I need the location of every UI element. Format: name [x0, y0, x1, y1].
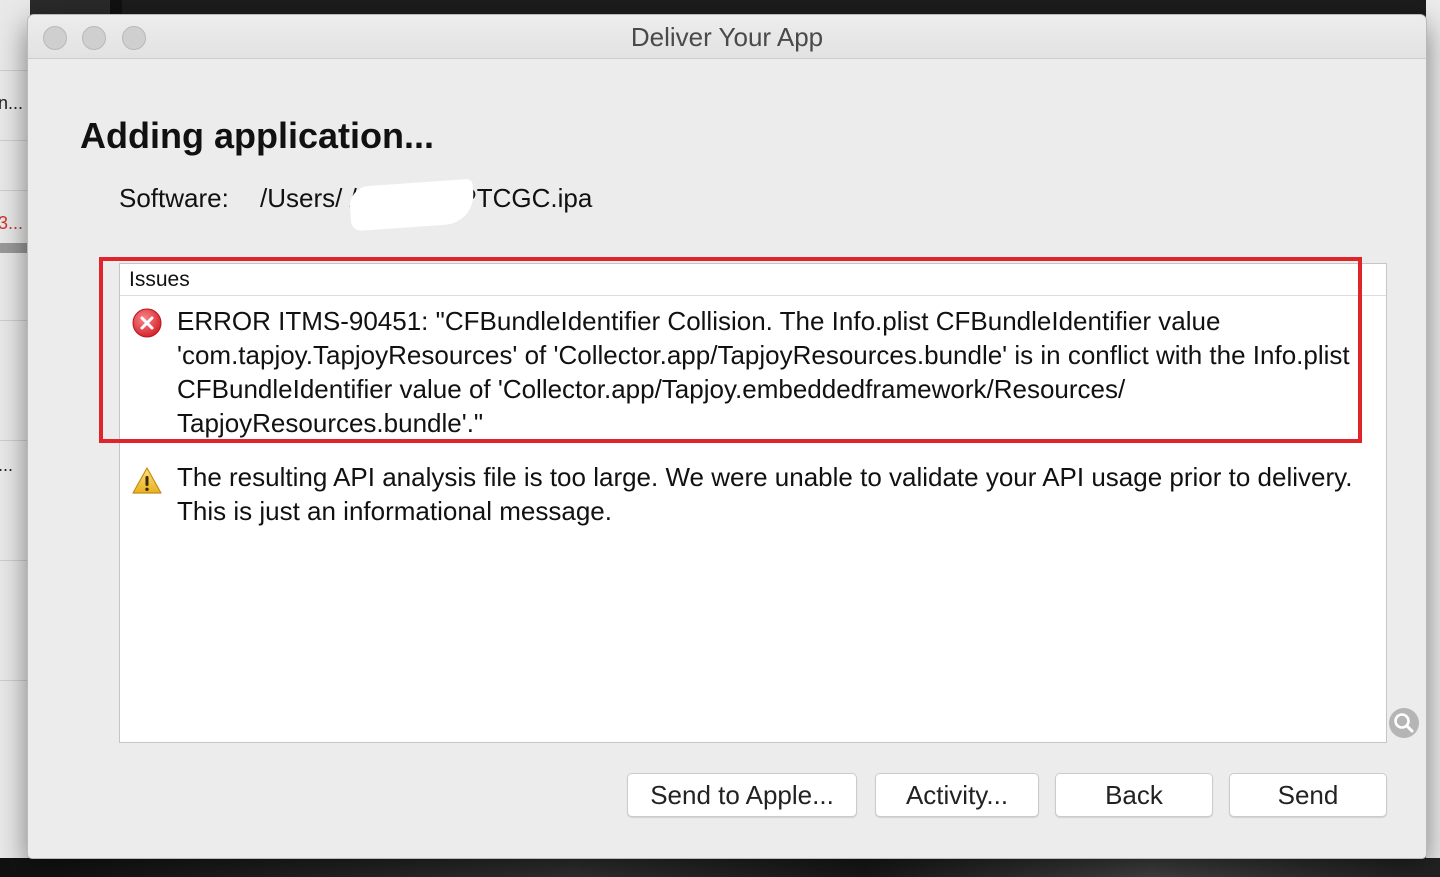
- background-text-fragment: ...: [0, 455, 14, 475]
- redaction-mark: [348, 178, 476, 232]
- error-icon: [132, 308, 162, 338]
- magnifier-icon[interactable]: [1389, 708, 1419, 738]
- activity-button[interactable]: Activity...: [875, 773, 1039, 817]
- software-label: Software:: [119, 183, 229, 213]
- title-bar[interactable]: Deliver Your App: [28, 15, 1426, 59]
- issue-message: The resulting API analysis file is too l…: [177, 462, 1353, 526]
- back-button[interactable]: Back: [1055, 773, 1213, 817]
- deliver-app-window: Deliver Your App Adding application... S…: [28, 15, 1426, 858]
- background-text-fragment: n...: [0, 93, 24, 113]
- warning-icon: [132, 466, 162, 496]
- issues-list[interactable]: Issues ERROR ITMS-90451: "CFBundleIdenti…: [119, 263, 1387, 743]
- send-button[interactable]: Send: [1229, 773, 1387, 817]
- desktop-background: [0, 858, 1440, 877]
- issues-column-header[interactable]: Issues: [120, 264, 1386, 296]
- issues-header-label: Issues: [129, 268, 190, 291]
- background-text-fragment: 3...: [0, 213, 24, 233]
- background-window-right: [1426, 0, 1440, 877]
- page-heading: Adding application...: [80, 115, 434, 156]
- background-window-edge: n... 3... ...: [0, 0, 30, 877]
- window-title: Deliver Your App: [630, 22, 824, 52]
- send-to-apple-button[interactable]: Send to Apple...: [627, 773, 857, 817]
- issue-message: ERROR ITMS-90451: "CFBundleIdentifier Co…: [177, 306, 1350, 438]
